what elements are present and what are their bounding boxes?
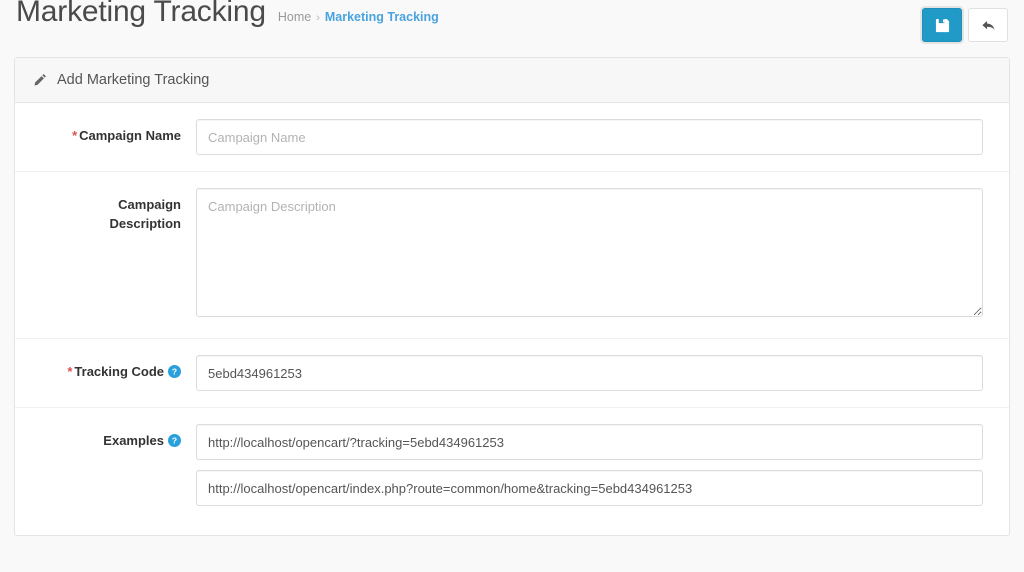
examples-label: Examples? [15, 424, 196, 453]
campaign-description-textarea[interactable] [196, 188, 983, 317]
page-header-left: Marketing Tracking Home › Marketing Trac… [16, 0, 439, 57]
example-url-1-input[interactable] [196, 424, 983, 460]
form-group-examples: Examples? [15, 408, 1009, 524]
campaign-name-input[interactable] [196, 119, 983, 155]
tracking-code-field-wrap [196, 355, 1009, 391]
tracking-code-input[interactable] [196, 355, 983, 391]
form-group-tracking-code: * Tracking Code? [15, 339, 1009, 408]
tracking-code-label-text: Tracking Code [74, 364, 164, 379]
campaign-name-label: * Campaign Name [15, 119, 196, 146]
help-circle-icon[interactable]: ? [168, 365, 181, 384]
required-marker: * [72, 128, 78, 143]
example-url-2-input[interactable] [196, 470, 983, 506]
campaign-description-label-line2: Description [109, 215, 181, 231]
panel-body: *Campaign Name Campaign Description *Tra… [15, 103, 1009, 524]
svg-text:?: ? [172, 367, 177, 377]
examples-field-wrap [196, 424, 1009, 506]
page-header: Marketing Tracking Home › Marketing Trac… [0, 0, 1024, 57]
panel-title: Add Marketing Tracking [57, 72, 210, 88]
campaign-description-label: Campaign Description [15, 188, 196, 234]
campaign-name-field-wrap [196, 119, 1009, 155]
breadcrumb-current[interactable]: Marketing Tracking [325, 10, 439, 24]
form-group-campaign-name: * Campaign Name [15, 103, 1009, 172]
panel-heading: Add Marketing Tracking [15, 58, 1009, 103]
breadcrumb-separator-icon: › [316, 11, 320, 24]
svg-text:?: ? [172, 436, 177, 446]
breadcrumb: Home › Marketing Tracking [278, 10, 439, 24]
pencil-icon [33, 73, 47, 87]
floppy-save-icon [935, 18, 950, 33]
help-circle-icon[interactable]: ? [168, 434, 181, 453]
back-button[interactable] [968, 8, 1008, 42]
breadcrumb-home[interactable]: Home [278, 10, 311, 24]
campaign-name-label-text: Campaign Name [79, 128, 181, 143]
tracking-code-label: * Tracking Code? [15, 355, 196, 384]
required-marker: * [67, 364, 73, 379]
marketing-tracking-panel: Add Marketing Tracking * Campaign Name Ca… [14, 57, 1010, 536]
reply-back-arrow-icon [980, 18, 996, 33]
campaign-description-label-line1: Campaign [118, 197, 181, 212]
campaign-description-field-wrap [196, 188, 1009, 322]
header-actions [922, 8, 1008, 42]
page-title: Marketing Tracking [16, 0, 266, 28]
examples-label-text: Examples [103, 433, 164, 448]
form-group-campaign-description: Campaign Description [15, 172, 1009, 339]
save-button[interactable] [922, 8, 962, 42]
